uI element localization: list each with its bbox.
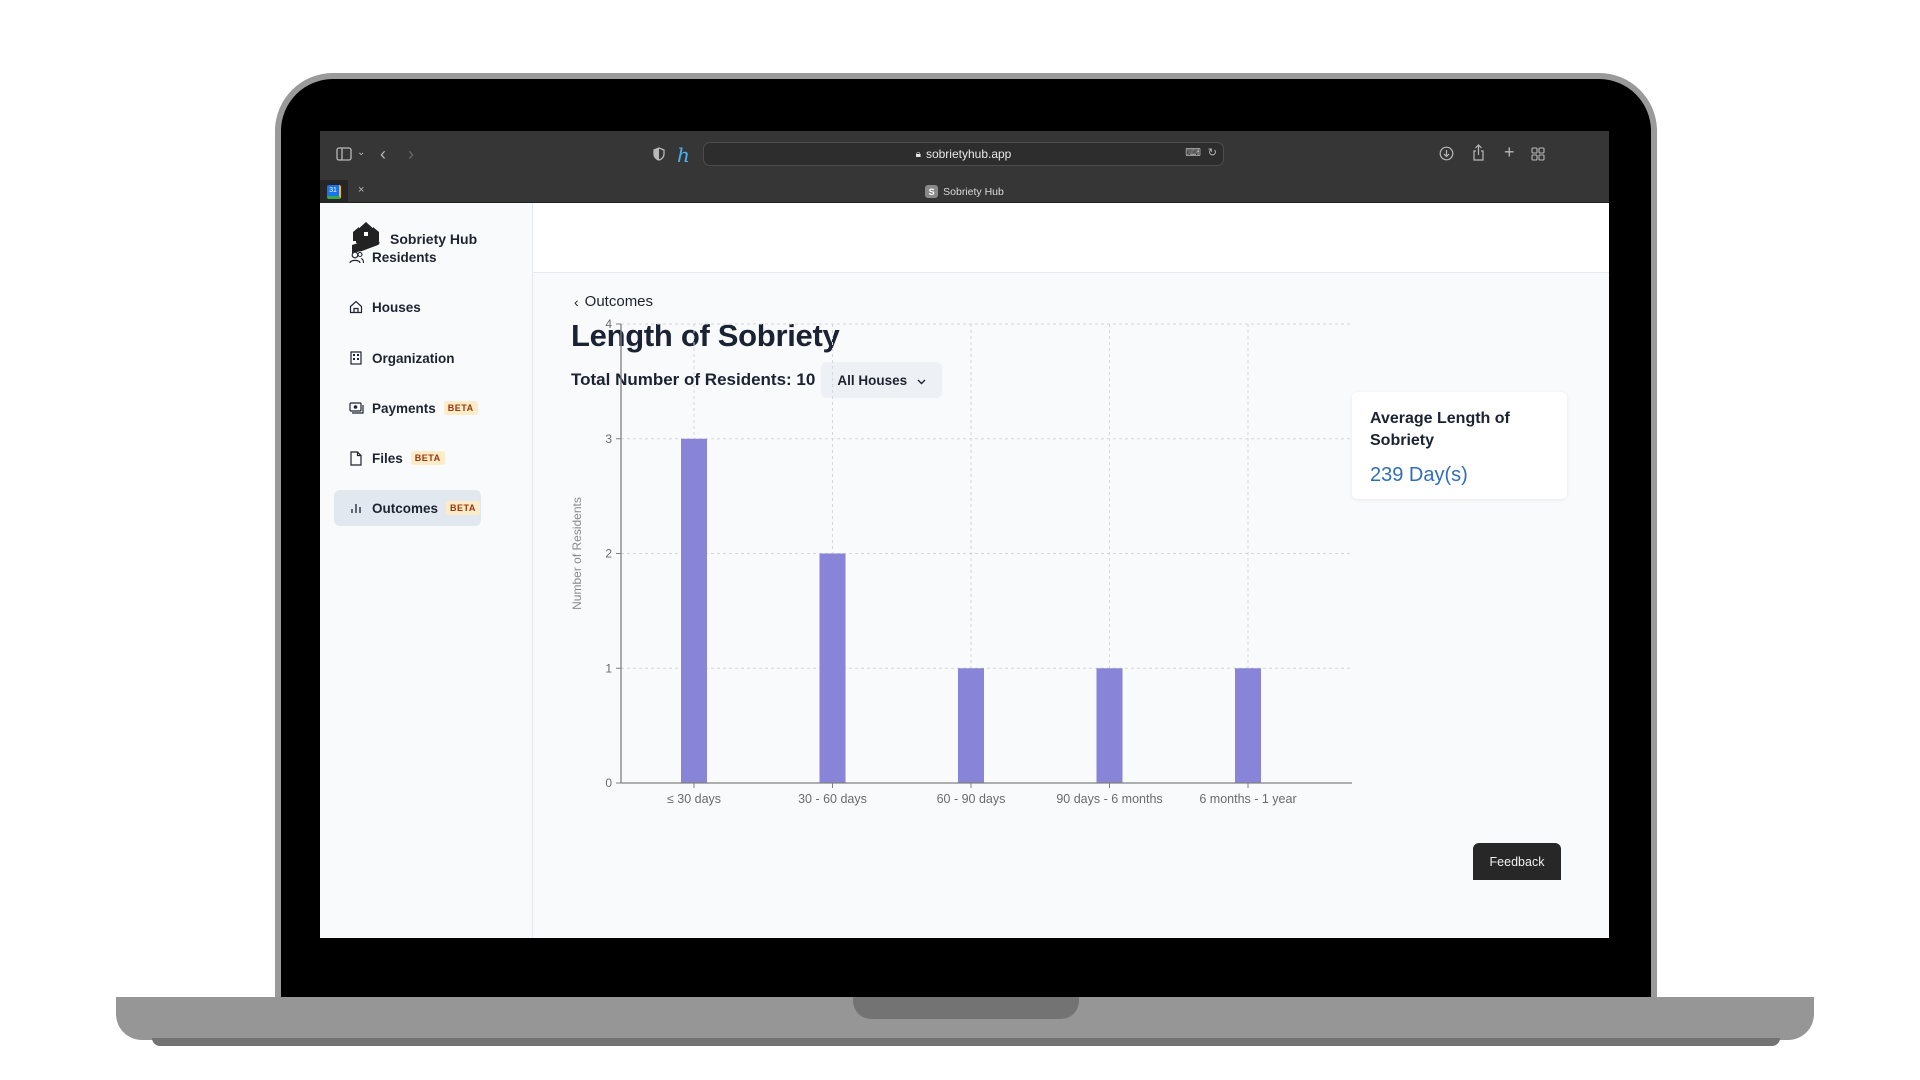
- x-tick-label: 90 days - 6 months: [1056, 792, 1162, 806]
- shield-icon[interactable]: [653, 147, 665, 164]
- laptop-base-shadow: [152, 1038, 1780, 1046]
- bar-4: [1235, 668, 1261, 783]
- bar-3: [1096, 668, 1123, 783]
- url-text: sobrietyhub.app: [925, 147, 1012, 161]
- y-tick-label: 3: [605, 432, 612, 446]
- y-tick-label: 2: [605, 547, 612, 561]
- sobriety-bar-chart: 0 1 2 3 4 ≤ 30 days 30 - 60 days 60 - 90 days 90…: [570, 317, 1352, 806]
- active-tab[interactable]: S Sobriety Hub: [320, 180, 1609, 203]
- x-tick-label: ≤ 30 days: [667, 792, 721, 806]
- sidebar-toggle-icon[interactable]: [336, 147, 352, 164]
- y-tick-label: 1: [605, 661, 612, 675]
- translate-icon[interactable]: ⌨︎: [1185, 148, 1201, 159]
- lock-icon: 🔒︎: [915, 148, 921, 160]
- bar-0: [681, 438, 707, 783]
- app: Sobriety Hub Residents Houses Organizati…: [320, 203, 1609, 938]
- tab-favicon: S: [925, 185, 939, 198]
- laptop-notch: [853, 997, 1079, 1019]
- average-card-value: 239 Day(s): [1370, 464, 1468, 486]
- y-tick-label: 0: [605, 776, 612, 790]
- chevron-down-icon[interactable]: ⌄: [357, 148, 365, 158]
- y-axis-title: Number of Residents: [570, 497, 584, 610]
- address-bar[interactable]: 🔒︎ sobrietyhub.app ⌨︎ ↻: [703, 142, 1224, 166]
- x-tick-label: 30 - 60 days: [798, 792, 867, 806]
- x-tick-label: 6 months - 1 year: [1199, 792, 1296, 806]
- y-tick-label: 4: [605, 317, 612, 331]
- extension-h-icon[interactable]: h: [677, 143, 690, 167]
- download-icon[interactable]: [1439, 146, 1454, 164]
- bar-2: [958, 668, 984, 783]
- forward-arrow-icon[interactable]: ›: [408, 145, 414, 163]
- tab-bar: 31 × S Sobriety Hub: [320, 180, 1609, 203]
- share-icon[interactable]: [1472, 144, 1485, 164]
- chart-bars: [681, 438, 1261, 783]
- new-tab-plus-icon[interactable]: +: [1504, 143, 1515, 161]
- feedback-button[interactable]: Feedback: [1473, 843, 1561, 880]
- average-length-card: Average Length of Sobriety 239 Day(s): [1352, 392, 1567, 499]
- screen: ⌄ ‹ › h 🔒︎ sobrietyhub.app ⌨︎ ↻ + 3 1 × S…: [320, 131, 1609, 938]
- tab-title: Sobriety Hub: [943, 185, 1004, 198]
- average-card-title: Average Length of Sobriety: [1370, 410, 1510, 449]
- tab-overview-icon[interactable]: [1531, 147, 1545, 164]
- bar-1: [819, 553, 846, 783]
- x-tick-label: 60 - 90 days: [937, 792, 1006, 806]
- browser-toolbar: ⌄ ‹ › h 🔒︎ sobrietyhub.app ⌨︎ ↻ +: [320, 131, 1609, 180]
- back-arrow-icon[interactable]: ‹: [380, 145, 386, 163]
- reload-icon[interactable]: ↻: [1208, 148, 1217, 159]
